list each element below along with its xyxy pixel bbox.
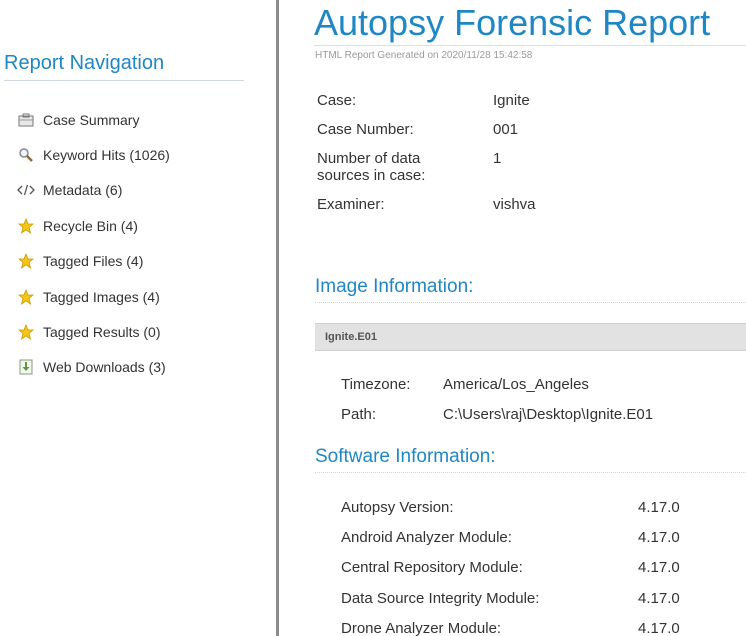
report-content: Autopsy Forensic Report HTML Report Gene… <box>279 0 746 636</box>
case-info-key: Number of data sources in case: <box>317 150 426 184</box>
software-info-row: Drone Analyzer Module: 4.17.0 <box>341 614 680 636</box>
report-navigation: Report Navigation Case Summary Keyword H… <box>0 0 276 636</box>
report-page: Report Navigation Case Summary Keyword H… <box>0 0 746 636</box>
download-icon <box>17 358 35 376</box>
software-module-name: Autopsy Version: <box>341 498 454 516</box>
case-info-key: Examiner: <box>317 196 385 213</box>
software-info-row: Autopsy Version: 4.17.0 <box>341 492 680 522</box>
star-icon <box>17 252 35 270</box>
nav-item-web-downloads[interactable]: Web Downloads (3) <box>17 350 170 385</box>
nav-item-recycle-bin[interactable]: Recycle Bin (4) <box>17 208 170 243</box>
image-info-key: Path: <box>341 405 377 423</box>
case-info-table: Case: Ignite Case Number: 001 Number of … <box>317 92 536 225</box>
nav-item-metadata[interactable]: Metadata (6) <box>17 173 170 208</box>
code-icon <box>17 181 35 199</box>
star-icon <box>17 323 35 341</box>
software-module-version: 4.17.0 <box>638 529 680 547</box>
nav-item-tagged-images[interactable]: Tagged Images (4) <box>17 279 170 314</box>
case-info-value: vishva <box>493 196 536 213</box>
image-info-heading: Image Information: <box>315 276 746 303</box>
briefcase-icon <box>17 111 35 129</box>
case-info-row: Case Number: 001 <box>317 121 536 138</box>
star-icon <box>17 217 35 235</box>
case-info-key: Case: <box>317 92 357 109</box>
nav-list: Case Summary Keyword Hits (1026) Metadat… <box>17 102 170 385</box>
software-info-row: Android Analyzer Module: 4.17.0 <box>341 522 680 552</box>
nav-item-label: Metadata (6) <box>43 182 123 199</box>
software-info-row: Central Repository Module: 4.17.0 <box>341 553 680 583</box>
nav-item-label: Case Summary <box>43 111 140 128</box>
image-info-key: Timezone: <box>341 376 411 394</box>
magnifier-icon <box>17 146 35 164</box>
case-info-row: Examiner: vishva <box>317 196 536 213</box>
software-module-name: Drone Analyzer Module: <box>341 620 502 636</box>
software-module-version: 4.17.0 <box>638 498 680 516</box>
nav-item-keyword-hits[interactable]: Keyword Hits (1026) <box>17 137 170 172</box>
software-info-table: Autopsy Version: 4.17.0 Android Analyzer… <box>341 492 680 636</box>
image-info-value: C:\Users\raj\Desktop\Ignite.E01 <box>443 405 654 423</box>
nav-item-label: Keyword Hits (1026) <box>43 147 170 164</box>
image-info-row: Timezone: America/Los_Angeles <box>341 370 653 400</box>
software-module-name: Android Analyzer Module: <box>341 529 512 547</box>
software-module-version: 4.17.0 <box>638 559 680 577</box>
case-info-row: Case: Ignite <box>317 92 536 109</box>
case-info-row: Number of data sources in case: 1 <box>317 150 536 184</box>
nav-item-case-summary[interactable]: Case Summary <box>17 102 170 137</box>
case-info-value: Ignite <box>493 92 530 109</box>
software-info-row: Data Source Integrity Module: 4.17.0 <box>341 583 680 613</box>
nav-item-label: Tagged Files (4) <box>43 253 144 270</box>
nav-item-tagged-files[interactable]: Tagged Files (4) <box>17 244 170 279</box>
image-info-table: Timezone: America/Los_Angeles Path: C:\U… <box>341 370 653 429</box>
case-info-key: Case Number: <box>317 121 414 138</box>
report-title: Autopsy Forensic Report <box>314 2 746 46</box>
nav-item-label: Tagged Results (0) <box>43 324 161 341</box>
case-info-value: 001 <box>493 121 519 138</box>
star-icon <box>17 288 35 306</box>
nav-item-label: Web Downloads (3) <box>43 359 166 376</box>
nav-item-tagged-results[interactable]: Tagged Results (0) <box>17 314 170 349</box>
image-name-bar: Ignite.E01 <box>315 323 746 351</box>
software-module-version: 4.17.0 <box>638 589 680 607</box>
software-module-name: Data Source Integrity Module: <box>341 589 540 607</box>
software-module-version: 4.17.0 <box>638 620 680 636</box>
image-info-row: Path: C:\Users\raj\Desktop\Ignite.E01 <box>341 400 653 430</box>
software-module-name: Central Repository Module: <box>341 559 523 577</box>
nav-title: Report Navigation <box>4 52 244 81</box>
image-info-value: America/Los_Angeles <box>443 376 589 394</box>
nav-item-label: Recycle Bin (4) <box>43 217 138 234</box>
generated-timestamp: HTML Report Generated on 2020/11/28 15:4… <box>315 50 533 61</box>
case-info-value: 1 <box>493 150 502 167</box>
software-info-heading: Software Information: <box>315 446 746 473</box>
nav-item-label: Tagged Images (4) <box>43 288 160 305</box>
